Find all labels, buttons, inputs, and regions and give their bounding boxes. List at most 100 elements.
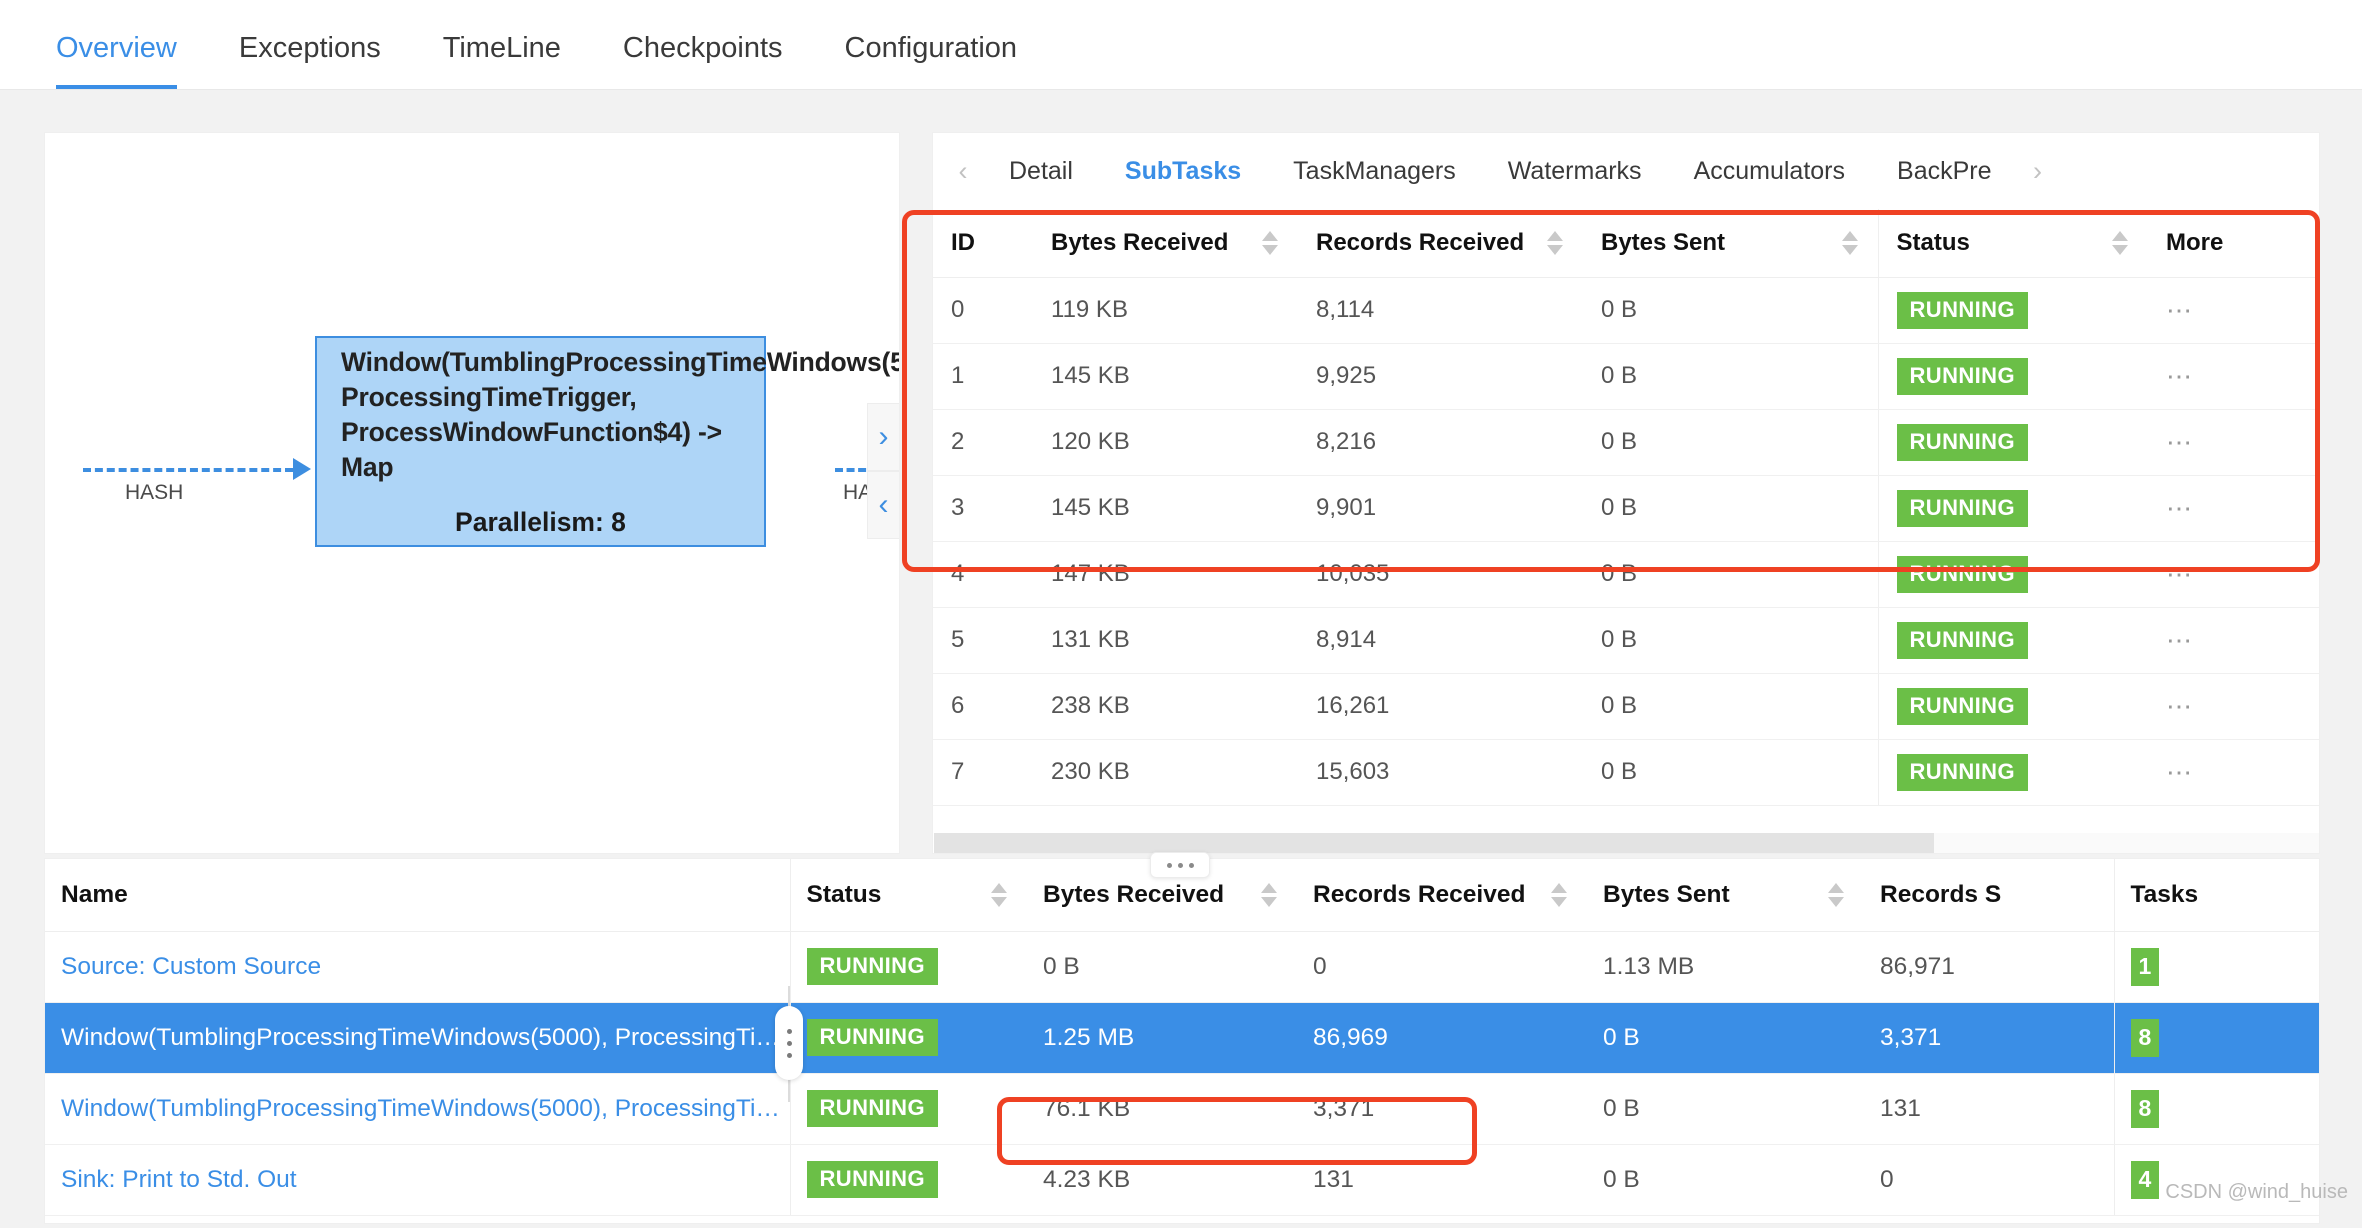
cell-more[interactable]: ⋯ xyxy=(2148,277,2319,344)
cell-more[interactable]: ⋯ xyxy=(2148,673,2319,740)
tab-configuration[interactable]: Configuration xyxy=(845,34,1018,89)
tab-timeline[interactable]: TimeLine xyxy=(443,34,561,89)
subtasks-body: 0 119 KB 8,114 0 B RUNNING ⋯ 1 145 KB 9,925 0 B RU… xyxy=(933,277,2319,806)
more-options-icon[interactable]: ⋯ xyxy=(2166,427,2194,457)
cell-v-bytes-received: 1.25 MB xyxy=(1027,1002,1297,1074)
tab-exceptions[interactable]: Exceptions xyxy=(239,34,381,89)
tab-subtasks[interactable]: SubTasks xyxy=(1099,157,1267,186)
more-options-icon[interactable]: ⋯ xyxy=(2166,691,2194,721)
cell-more[interactable]: ⋯ xyxy=(2148,541,2319,608)
cell-bytes-received: 145 KB xyxy=(1033,343,1298,410)
sort-bytes-received-icon[interactable] xyxy=(1262,230,1278,255)
status-badge: RUNNING xyxy=(1896,753,2028,791)
cell-v-status: RUNNING xyxy=(789,1073,1027,1145)
cell-more[interactable]: ⋯ xyxy=(2148,343,2319,410)
table-row[interactable]: 0 119 KB 8,114 0 B RUNNING ⋯ xyxy=(933,277,2319,344)
cell-records-received: 8,216 xyxy=(1298,409,1583,476)
tab-taskmanagers[interactable]: TaskManagers xyxy=(1267,157,1482,186)
panel-resize-handle[interactable] xyxy=(1150,852,1210,878)
cell-more[interactable]: ⋯ xyxy=(2148,607,2319,674)
table-row[interactable]: Window(TumblingProcessingTimeWindows(500… xyxy=(45,1073,2319,1145)
table-row[interactable]: 6 238 KB 16,261 0 B RUNNING ⋯ xyxy=(933,673,2319,740)
more-options-icon[interactable]: ⋯ xyxy=(2166,493,2194,523)
tab-overview[interactable]: Overview xyxy=(56,34,177,89)
sort-v-records-received-icon[interactable] xyxy=(1551,882,1567,907)
cell-status: RUNNING xyxy=(1877,541,2148,608)
cell-tasks: 8 xyxy=(2113,1002,2319,1074)
table-row[interactable]: 7 230 KB 15,603 0 B RUNNING ⋯ xyxy=(933,739,2319,806)
col-header-name-label: Name xyxy=(61,880,128,908)
cell-id: 6 xyxy=(933,673,1033,740)
table-row[interactable]: 3 145 KB 9,901 0 B RUNNING ⋯ xyxy=(933,475,2319,542)
more-options-icon[interactable]: ⋯ xyxy=(2166,625,2194,655)
vertex-name-link[interactable]: Window(TumblingProcessingTimeWindows(500… xyxy=(61,1095,790,1123)
tab-scroll-left-icon[interactable]: ‹ xyxy=(943,156,983,187)
more-options-icon[interactable]: ⋯ xyxy=(2166,295,2194,325)
vertex-name-link[interactable]: Sink: Print to Std. Out xyxy=(61,1166,790,1194)
sort-v-bytes-sent-icon[interactable] xyxy=(1828,882,1844,907)
sort-bytes-sent-icon[interactable] xyxy=(1841,230,1858,255)
sort-v-status-icon[interactable] xyxy=(991,882,1007,907)
cell-v-bytes-received: 76.1 KB xyxy=(1027,1073,1297,1145)
cell-more[interactable]: ⋯ xyxy=(2148,475,2319,542)
tab-accumulators[interactable]: Accumulators xyxy=(1668,157,1871,186)
table-row[interactable]: Sink: Print to Std. Out RUNNING 4.23 KB 131… xyxy=(45,1144,2319,1216)
job-graph-panel: HASH Window(TumblingProcessingTimeWindow… xyxy=(44,132,900,854)
cell-v-records-received: 131 xyxy=(1297,1144,1587,1216)
graph-arrow-icon xyxy=(293,458,311,480)
vertex-name-link[interactable]: Window(TumblingProcessingTimeWindows(500… xyxy=(61,1024,790,1052)
cell-bytes-received: 119 KB xyxy=(1033,277,1298,344)
cell-name[interactable]: Sink: Print to Std. Out xyxy=(45,1144,790,1216)
status-badge: RUNNING xyxy=(1896,555,2028,593)
more-options-icon[interactable]: ⋯ xyxy=(2166,559,2194,589)
vertex-name-link[interactable]: Source: Custom Source xyxy=(61,953,790,981)
edge-label-incoming: HASH xyxy=(125,481,184,504)
table-row[interactable]: Source: Custom Source RUNNING 0 B 0 1.13 MB 8… xyxy=(45,931,2319,1003)
table-row[interactable]: 5 131 KB 8,914 0 B RUNNING ⋯ xyxy=(933,607,2319,674)
scrollbar-thumb[interactable] xyxy=(934,833,1934,853)
cell-records-received: 8,914 xyxy=(1298,607,1583,674)
cell-more[interactable]: ⋯ xyxy=(2148,739,2319,806)
table-row[interactable]: Window(TumblingProcessingTimeWindows(500… xyxy=(45,1002,2319,1074)
handle-dot xyxy=(1177,862,1183,868)
chevron-right-icon[interactable]: › xyxy=(867,403,899,471)
job-graph-node[interactable]: Window(TumblingProcessingTimeWindows(500… xyxy=(315,336,899,547)
col-header-name: Name xyxy=(45,859,790,932)
subtasks-header-row: ID Bytes Received Records Received Bytes… xyxy=(933,209,2319,278)
sort-status-icon[interactable] xyxy=(2112,230,2128,255)
col-header-id-label: ID xyxy=(951,228,975,256)
cell-bytes-sent: 0 B xyxy=(1583,277,1878,344)
table-row[interactable]: 4 147 KB 10,035 0 B RUNNING ⋯ xyxy=(933,541,2319,608)
tab-watermarks[interactable]: Watermarks xyxy=(1482,157,1668,186)
col-header-status-label: Status xyxy=(1896,228,1970,256)
table-row[interactable]: 2 120 KB 8,216 0 B RUNNING ⋯ xyxy=(933,409,2319,476)
cell-more[interactable]: ⋯ xyxy=(2148,409,2319,476)
col-header-more-label: More xyxy=(2166,228,2224,256)
handle-dot xyxy=(786,1052,792,1058)
subtasks-table: ID Bytes Received Records Received Bytes… xyxy=(933,209,2319,806)
sort-records-received-icon[interactable] xyxy=(1547,230,1563,255)
cell-name[interactable]: Source: Custom Source xyxy=(45,931,790,1003)
cell-id: 4 xyxy=(933,541,1033,608)
subtasks-horizontal-scrollbar[interactable] xyxy=(934,833,2319,853)
chevron-left-icon[interactable]: ‹ xyxy=(867,471,899,539)
cell-bytes-sent: 0 B xyxy=(1583,673,1878,740)
cell-name[interactable]: Window(TumblingProcessingTimeWindows(500… xyxy=(45,1073,790,1145)
cell-v-bytes-received: 0 B xyxy=(1027,931,1297,1003)
tab-backpressure[interactable]: BackPre xyxy=(1871,157,2017,186)
tab-checkpoints[interactable]: Checkpoints xyxy=(623,34,783,89)
more-options-icon[interactable]: ⋯ xyxy=(2166,361,2194,391)
tab-detail[interactable]: Detail xyxy=(983,157,1099,186)
cell-name[interactable]: Window(TumblingProcessingTimeWindows(500… xyxy=(45,1002,790,1074)
tab-scroll-right-icon[interactable]: › xyxy=(2018,156,2058,187)
table-row[interactable]: 1 145 KB 9,925 0 B RUNNING ⋯ xyxy=(933,343,2319,410)
status-badge: RUNNING xyxy=(806,948,938,985)
more-options-icon[interactable]: ⋯ xyxy=(2166,757,2194,787)
column-resize-handle[interactable] xyxy=(775,1006,803,1080)
sort-v-bytes-received-icon[interactable] xyxy=(1261,882,1277,907)
cell-id: 7 xyxy=(933,739,1033,806)
cell-bytes-sent: 0 B xyxy=(1583,541,1878,608)
col-header-tasks-label: Tasks xyxy=(2130,880,2199,908)
handle-dot xyxy=(1166,862,1172,868)
cell-bytes-received: 120 KB xyxy=(1033,409,1298,476)
